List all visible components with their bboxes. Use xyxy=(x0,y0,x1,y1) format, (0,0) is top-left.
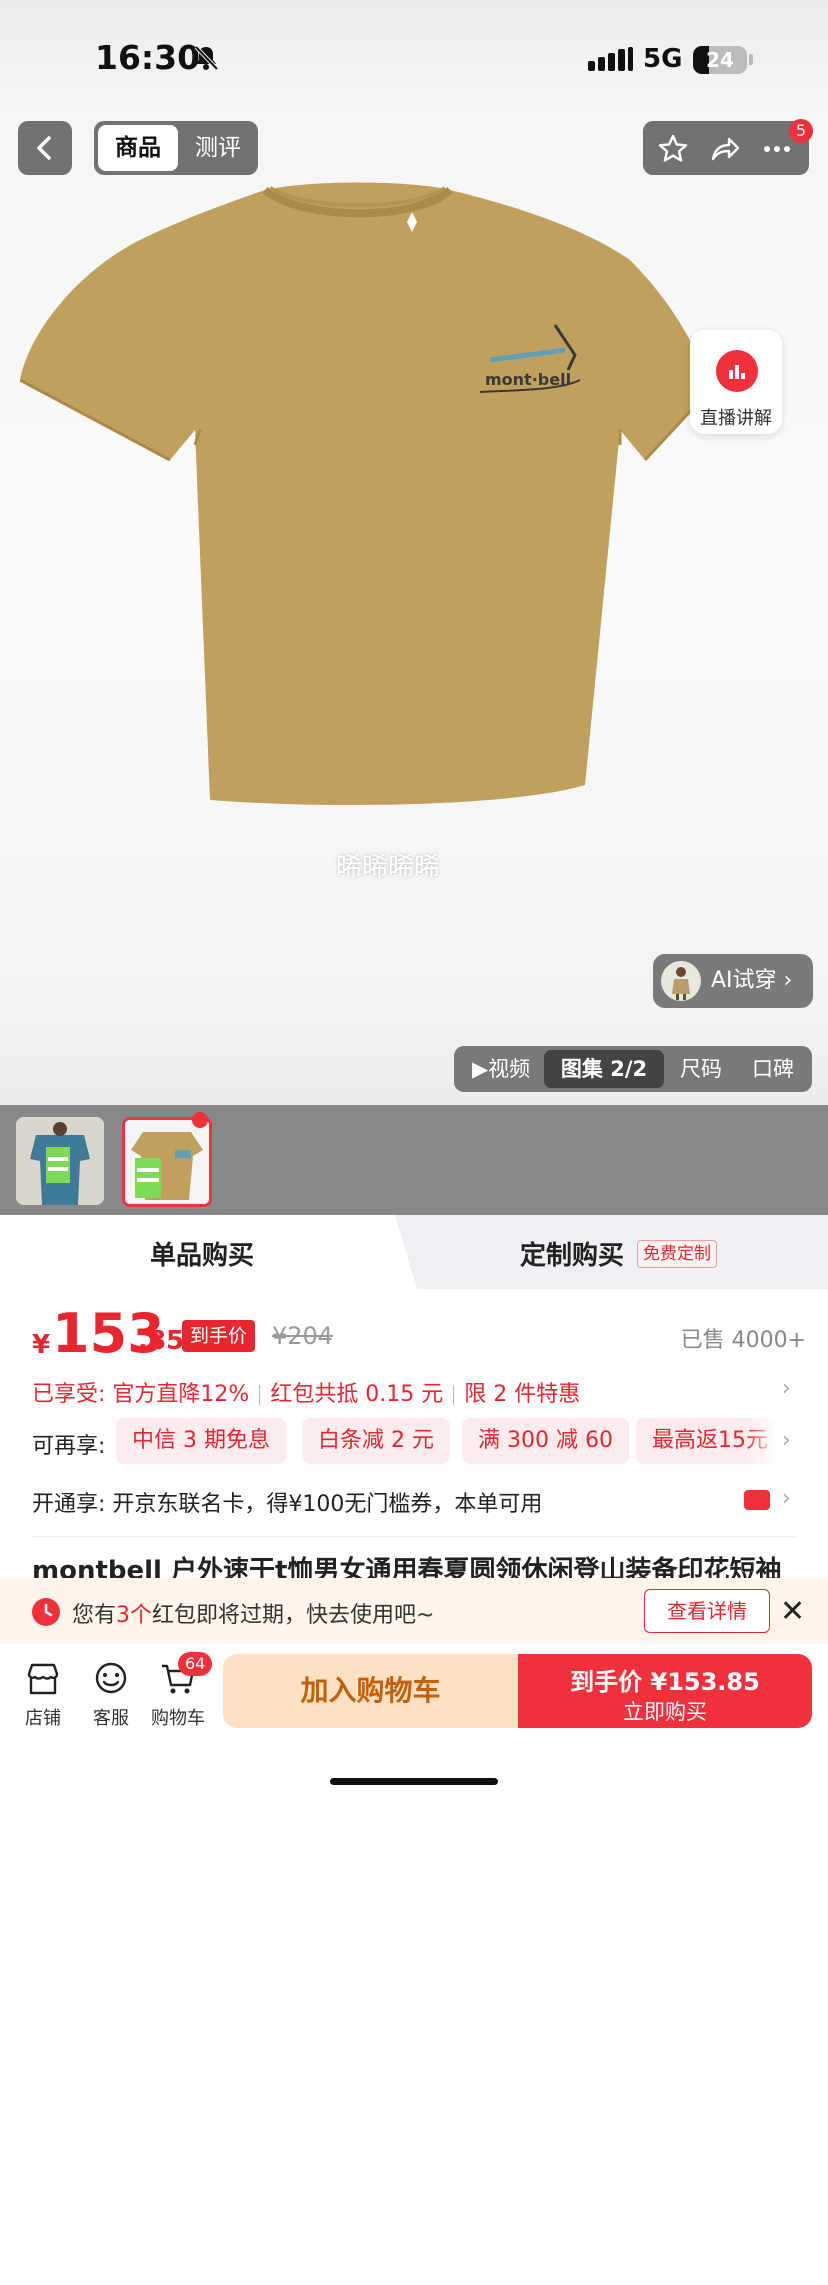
live-explain-button[interactable]: 直播讲解 xyxy=(690,330,782,434)
promo-discount: 已享受: 官方直降12% xyxy=(32,1382,250,1407)
network-type: 5G xyxy=(643,44,683,74)
star-icon[interactable] xyxy=(657,133,689,165)
more-icon[interactable] xyxy=(761,133,793,165)
more-badge: 5 xyxy=(789,119,813,143)
top-tabs: 商品 测评 xyxy=(94,121,258,175)
variant-thumb-tan[interactable] xyxy=(122,1117,212,1207)
card-icon xyxy=(744,1490,770,1510)
promo-enjoyed[interactable]: 已享受: 官方直降12% 红包共抵 0.15 元限 2 件特惠 xyxy=(32,1376,580,1408)
more-promos-label: 可再享: xyxy=(32,1434,106,1459)
service-button[interactable]: 客服 xyxy=(79,1660,143,1730)
notice-text: 您有3个红包即将过期，快去使用吧~ xyxy=(72,1597,434,1629)
notice-suffix: 红包即将过期，快去使用吧~ xyxy=(152,1603,435,1628)
battery-level: 24 xyxy=(706,48,734,72)
variant-count[interactable]: 共 2 款 › xyxy=(720,2253,808,2285)
promo-redpacket: 红包共抵 0.15 元 xyxy=(270,1382,444,1407)
variant-thumb-blue[interactable] xyxy=(16,1117,104,1205)
variant-strip: 共 2 款 › xyxy=(0,1105,828,2284)
view-details-button[interactable]: 查看详情 xyxy=(644,1589,770,1633)
battery-tip xyxy=(749,54,753,65)
sold-count: 已售 4000+ xyxy=(680,1328,806,1353)
chevron-right-icon[interactable]: › xyxy=(782,1428,791,1453)
ai-avatar-icon xyxy=(661,961,701,1001)
promo-limit: 限 2 件特惠 xyxy=(464,1382,581,1407)
store-icon xyxy=(27,1663,59,1695)
tab-review[interactable]: 测评 xyxy=(188,125,248,171)
notice-count: 3个 xyxy=(116,1603,153,1628)
promo-chip[interactable]: 中信 3 期免息 xyxy=(116,1418,286,1464)
media-tab-video[interactable]: ▶视频 xyxy=(472,1046,530,1092)
promo-chip[interactable]: 满 300 减 60 xyxy=(462,1418,629,1464)
chevron-right-icon: › xyxy=(782,1486,791,1511)
product-title: montbell 户外速干t恤男女通用春夏圆领休闲登山装备印花短袖 xyxy=(32,1556,782,1578)
free-custom-tag: 免费定制 xyxy=(637,1240,717,1268)
final-price-tag: 到手价 xyxy=(182,1320,256,1352)
close-icon[interactable]: ✕ xyxy=(780,1594,805,1629)
svg-text:mont·bell: mont·bell xyxy=(485,370,571,389)
home-indicator xyxy=(330,1778,498,1785)
notice-prefix: 您有 xyxy=(72,1603,117,1628)
store-button[interactable]: 店铺 xyxy=(11,1660,75,1730)
price-symbol: ¥ xyxy=(32,1330,51,1360)
service-label: 客服 xyxy=(93,1708,129,1729)
chevron-right-icon: › xyxy=(782,1376,791,1401)
tab-product[interactable]: 商品 xyxy=(98,125,178,171)
media-tabs: ▶视频 图集 2/2 尺码 口碑 xyxy=(454,1046,812,1092)
service-icon xyxy=(95,1662,127,1694)
cart-badge: 64 xyxy=(178,1652,213,1676)
media-tab-gallery[interactable]: 图集 2/2 xyxy=(544,1050,664,1088)
tab-custom-purchase[interactable]: 定制购买 xyxy=(520,1235,624,1272)
ai-tryon-button[interactable]: AI试穿 › xyxy=(653,954,813,1008)
buy-now-button[interactable]: 到手价 ¥153.85 立即购买 xyxy=(518,1654,812,1728)
divider xyxy=(32,1536,796,1537)
live-icon xyxy=(716,350,758,392)
selected-dot xyxy=(192,1112,208,1128)
clock-icon xyxy=(32,1598,60,1626)
back-button[interactable] xyxy=(18,121,72,175)
tab-single-purchase[interactable]: 单品购买 xyxy=(150,1235,254,1272)
product-image: mont·bell xyxy=(20,182,712,805)
ai-tryon-label: AI试穿 › xyxy=(711,968,793,993)
buy-now-label: 立即购买 xyxy=(623,1700,707,1724)
signal-icon xyxy=(588,47,636,71)
cart-label: 购物车 xyxy=(151,1708,205,1729)
chevron-left-icon xyxy=(37,136,51,160)
buy-price-label: 到手价 ¥153.85 xyxy=(570,1668,760,1696)
share-icon[interactable] xyxy=(709,133,741,165)
original-price: ¥204 xyxy=(272,1322,334,1350)
cobrand-card-offer[interactable]: 开通享: 开京东联名卡，得¥100无门槛券，本单可用 xyxy=(32,1486,542,1518)
battery-icon: 24 xyxy=(693,46,747,74)
media-tab-reviews[interactable]: 口碑 xyxy=(752,1046,794,1092)
status-time: 16:30 xyxy=(95,38,201,77)
watermark: 晞晞晞晞 xyxy=(336,853,441,883)
live-label: 直播讲解 xyxy=(700,408,772,429)
top-actions: 5 xyxy=(643,119,813,175)
bell-off-icon xyxy=(194,45,219,71)
price-decimal: .85 xyxy=(138,1326,185,1356)
add-to-cart-button[interactable]: 加入购物车 xyxy=(223,1654,518,1728)
store-label: 店铺 xyxy=(25,1708,61,1729)
media-tab-size[interactable]: 尺码 xyxy=(680,1046,722,1092)
promo-chip[interactable]: 白条减 2 元 xyxy=(302,1418,450,1464)
